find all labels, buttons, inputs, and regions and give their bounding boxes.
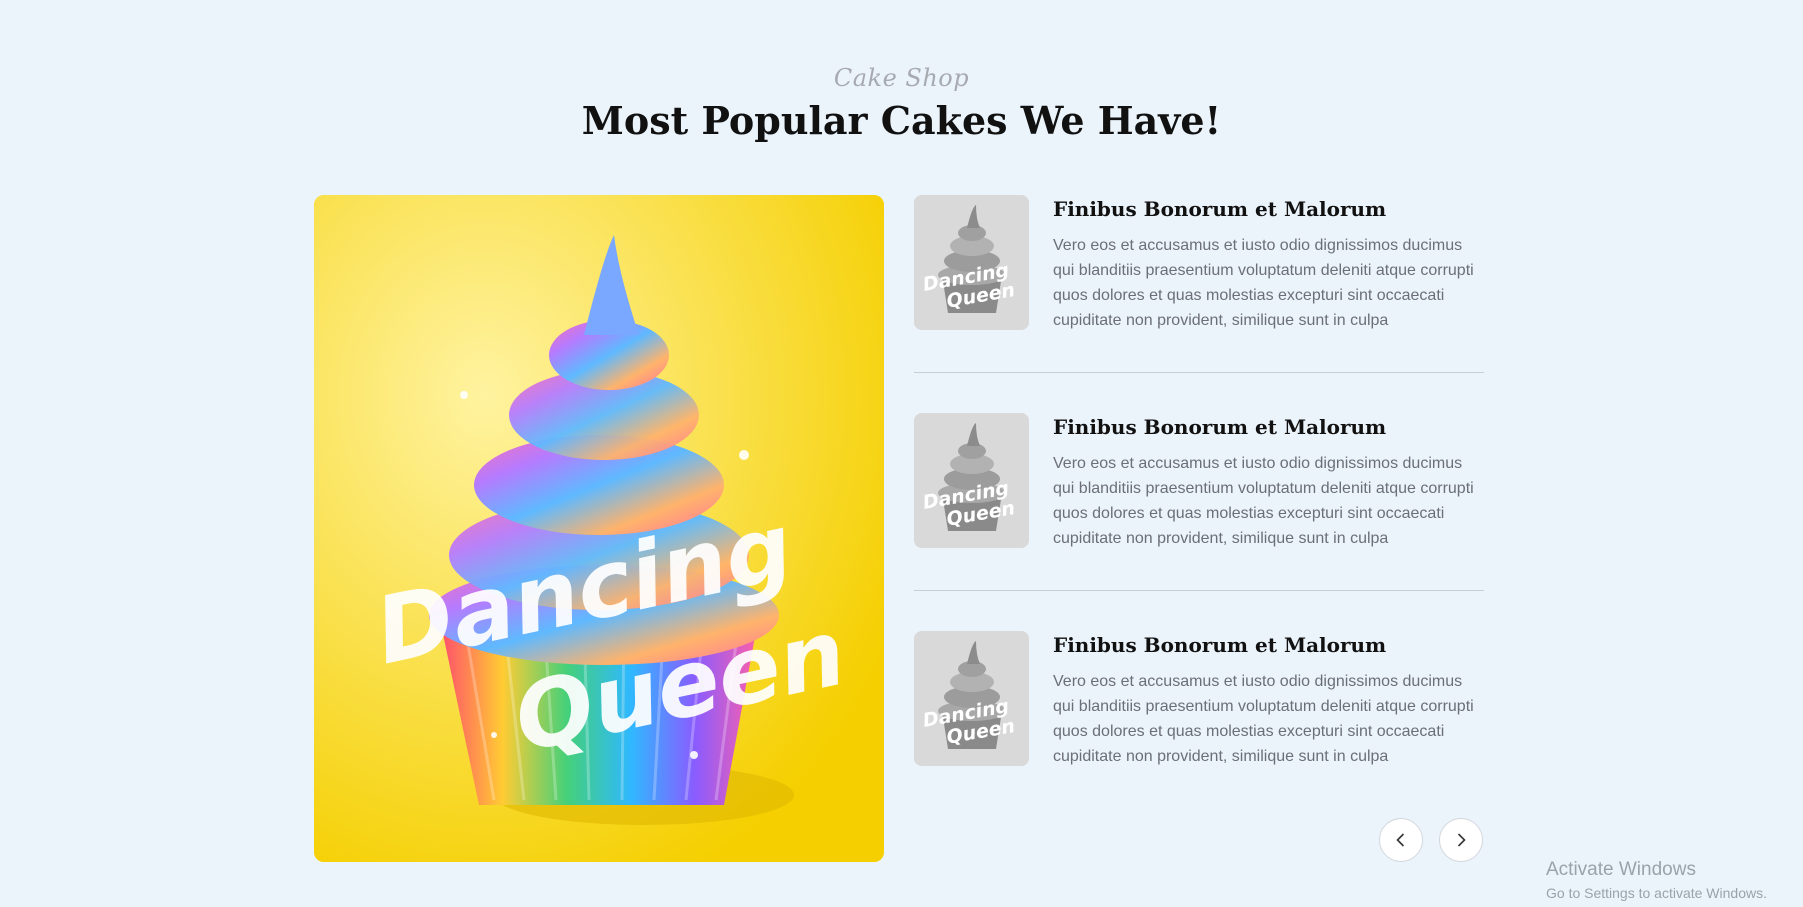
chevron-right-icon [1457, 833, 1466, 847]
activate-windows-watermark: Activate Windows Go to Settings to activ… [1546, 859, 1767, 903]
chevron-left-icon [1396, 833, 1405, 847]
section-subtitle: Cake Shop [833, 64, 970, 92]
product-list-item[interactable]: Dancing Queen Finibus Bonorum et Malorum… [914, 631, 1484, 766]
divider [914, 372, 1484, 373]
divider [914, 590, 1484, 591]
item-description: Vero eos et accusamus et iusto odio dign… [1053, 673, 1474, 765]
hero-cupcake-image: Dancing Queen [314, 195, 884, 862]
item-description: Vero eos et accusamus et iusto odio dign… [1053, 455, 1474, 547]
item-title[interactable]: Finibus Bonorum et Malorum [1053, 195, 1386, 223]
page: Cake Shop Most Popular Cakes We Have! Da… [0, 0, 1803, 907]
next-button[interactable] [1439, 818, 1483, 862]
item-title[interactable]: Finibus Bonorum et Malorum [1053, 413, 1386, 441]
watermark-line1: Activate Windows [1546, 859, 1696, 880]
item-description: Vero eos et accusamus et iusto odio dign… [1053, 237, 1474, 329]
cupcake-thumbnail: Dancing Queen [914, 195, 1029, 330]
watermark-line2: Go to Settings to activate Windows. [1546, 885, 1767, 901]
product-list-item[interactable]: Dancing Queen Finibus Bonorum et Malorum… [914, 195, 1484, 330]
section-title: Most Popular Cakes We Have! [581, 98, 1222, 143]
item-title[interactable]: Finibus Bonorum et Malorum [1053, 631, 1386, 659]
prev-button[interactable] [1379, 818, 1423, 862]
product-list-item[interactable]: Dancing Queen Finibus Bonorum et Malorum… [914, 413, 1484, 548]
cupcake-thumbnail: Dancing Queen [914, 631, 1029, 766]
cupcake-thumbnail: Dancing Queen [914, 413, 1029, 548]
